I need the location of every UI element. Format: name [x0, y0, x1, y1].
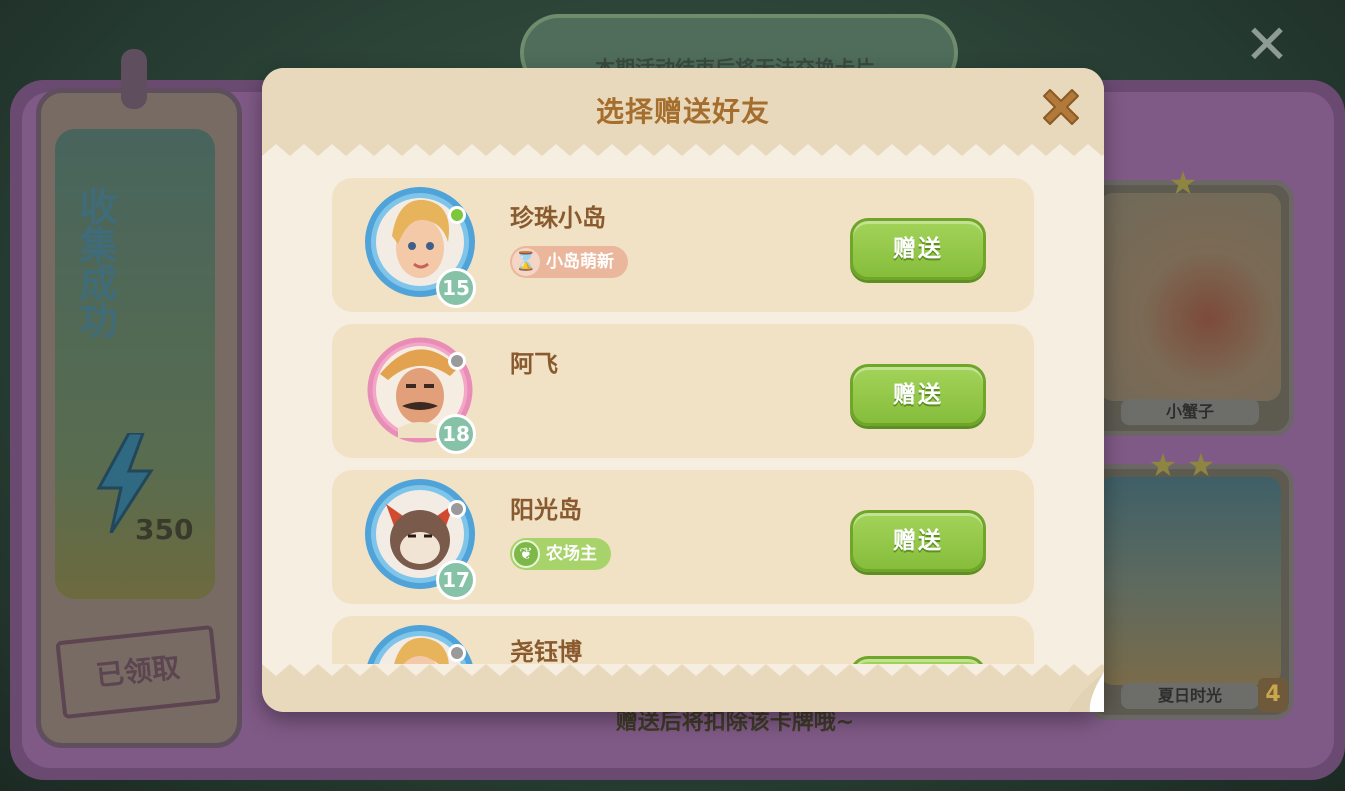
- zigzag-divider: [262, 664, 1104, 682]
- friend-name: 珍珠小岛: [510, 204, 606, 232]
- claimed-stamp: 已领取: [55, 624, 221, 720]
- page-fold-corner: [1068, 672, 1104, 712]
- friend-row: 18 阿飞 赠送: [332, 324, 1034, 458]
- gift-button[interactable]: 赠送: [850, 510, 986, 572]
- online-status-dot: [448, 352, 466, 370]
- hourglass-icon: ⌛: [512, 248, 540, 276]
- card-count-badge: 4: [1258, 678, 1288, 712]
- online-status-dot: [448, 500, 466, 518]
- gift-button[interactable]: 赠送: [850, 364, 986, 426]
- friend-name: 阿飞: [510, 350, 558, 378]
- level-badge: 15: [436, 268, 476, 308]
- collected-title: 收集成功: [73, 187, 117, 339]
- friend-list[interactable]: 15 珍珠小岛 ⌛ 小岛萌新 赠送 18 阿飞 赠送 17 阳光岛 ❦ 农场主 …: [332, 176, 1034, 668]
- close-x-icon[interactable]: [1036, 82, 1086, 132]
- wheat-icon: ❦: [512, 540, 540, 568]
- online-status-dot: [448, 206, 466, 224]
- gift-button[interactable]: 赠送: [850, 218, 986, 280]
- collected-card: 收集成功 350 已领取: [36, 49, 242, 748]
- game-screen: 本期活动结束后将无法交换卡片 ✕ 收集成功 350 已领取 小蟹子 ★ 夏日时光…: [0, 0, 1345, 791]
- friend-tag-label: 农场主: [546, 544, 597, 564]
- modal-title: 选择赠送好友: [595, 95, 770, 128]
- friend-name: 尧钰博: [510, 638, 582, 666]
- energy-score: 350: [135, 513, 194, 546]
- level-badge: 17: [436, 560, 476, 600]
- friend-row: 17 阳光岛 ❦ 农场主 赠送: [332, 470, 1034, 604]
- level-badge: 18: [436, 414, 476, 454]
- summer-drink-image: [1099, 477, 1281, 685]
- reward-card-caption: 小蟹子: [1121, 399, 1259, 425]
- zigzag-divider: [262, 138, 1104, 156]
- friend-name: 阳光岛: [510, 496, 582, 524]
- star-icon: ★: [1168, 164, 1198, 202]
- friend-tag: ❦ 农场主: [510, 538, 611, 570]
- star-icon: ★: [1186, 446, 1216, 484]
- star-icon: ★: [1148, 446, 1178, 484]
- reward-card-caption: 夏日时光: [1121, 683, 1259, 709]
- select-friend-modal: 选择赠送好友 15 珍珠小岛 ⌛ 小岛萌新 赠送 18 阿飞 赠送 17 阳光岛…: [262, 68, 1104, 712]
- background-close-icon[interactable]: ✕: [1238, 16, 1296, 74]
- friend-tag: ⌛ 小岛萌新: [510, 246, 628, 278]
- friend-row: 15 珍珠小岛 ⌛ 小岛萌新 赠送: [332, 178, 1034, 312]
- reward-card-crab: 小蟹子: [1086, 180, 1294, 436]
- friend-row: 尧钰博 赠送: [332, 616, 1034, 668]
- crab-image: [1099, 193, 1281, 401]
- card-pin: [121, 49, 147, 109]
- friend-tag-label: 小岛萌新: [546, 252, 614, 272]
- online-status-dot: [448, 644, 466, 662]
